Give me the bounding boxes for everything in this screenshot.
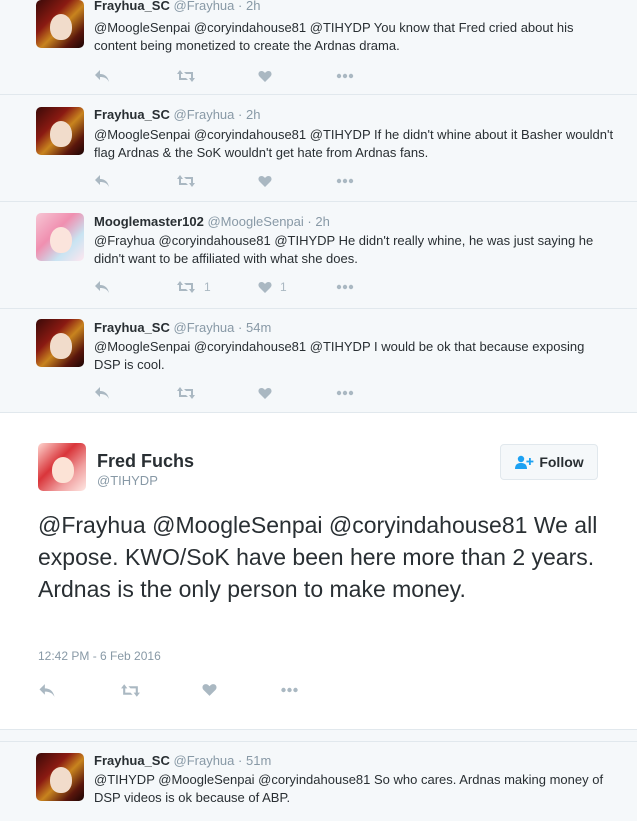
more-button[interactable]: [336, 171, 354, 191]
retweet-count: 1: [204, 280, 211, 294]
author-handle[interactable]: @Frayhua: [174, 753, 235, 768]
tweet-header: Mooglemaster102 @MoogleSenpai · 2h: [94, 214, 330, 229]
author-handle[interactable]: @Frayhua: [174, 320, 235, 335]
separator-dot: ·: [238, 107, 243, 122]
author-handle[interactable]: @TIHYDP: [97, 473, 158, 488]
reply-icon: [95, 175, 109, 187]
tweet-text: @MoogleSenpai @coryindahouse81 @TIHYDP I…: [94, 339, 585, 372]
author-handle[interactable]: @Frayhua: [174, 0, 235, 13]
tweet-text: @Frayhua @coryindahouse81 @TIHYDP He did…: [94, 233, 594, 266]
reply-tweet[interactable]: Frayhua_SC @Frayhua · 54m @MoogleSenpai …: [0, 309, 637, 412]
tweet-text: @MoogleSenpai @coryindahouse81 @TIHYDP Y…: [94, 20, 574, 53]
heart-icon: [258, 175, 272, 187]
reply-tweet[interactable]: Mooglemaster102 @MoogleSenpai · 2h @Fray…: [0, 202, 637, 309]
follow-label: Follow: [539, 454, 584, 470]
author-name[interactable]: Fred Fuchs: [97, 451, 194, 472]
retweet-button[interactable]: [176, 66, 204, 86]
author-name[interactable]: Frayhua_SC: [94, 753, 170, 768]
reply-button[interactable]: [94, 383, 110, 403]
reply-icon: [95, 387, 109, 399]
reply-button[interactable]: [94, 66, 110, 86]
tweet-time[interactable]: 2h: [246, 107, 260, 122]
retweet-icon: [177, 281, 195, 293]
author-handle[interactable]: @Frayhua: [174, 107, 235, 122]
more-icon: [336, 178, 354, 184]
retweet-icon: [177, 175, 195, 187]
like-button[interactable]: [258, 383, 280, 403]
separator-dot: ·: [238, 320, 243, 335]
reply-icon: [95, 70, 109, 82]
retweet-icon: [121, 683, 140, 697]
follow-person-icon: [515, 455, 534, 469]
reply-button[interactable]: [38, 680, 56, 700]
avatar[interactable]: [36, 107, 84, 155]
tweet-text: @MoogleSenpai @coryindahouse81 @TIHYDP I…: [94, 127, 614, 160]
retweet-button[interactable]: [120, 680, 141, 700]
retweet-button[interactable]: [176, 171, 204, 191]
reply-icon: [39, 683, 55, 697]
like-count: 1: [280, 280, 287, 294]
reply-icon: [95, 281, 109, 293]
author-name[interactable]: Mooglemaster102: [94, 214, 204, 229]
focus-tweet: Fred Fuchs @TIHYDP Follow @Frayhua @Moog…: [0, 412, 637, 730]
tweet-header: Frayhua_SC @Frayhua · 54m: [94, 320, 271, 335]
more-icon: [336, 284, 354, 290]
heart-icon: [258, 70, 272, 82]
more-icon: [281, 687, 298, 693]
tweet-time[interactable]: 2h: [315, 214, 329, 229]
like-button[interactable]: 1: [258, 277, 287, 297]
tweet-time[interactable]: 54m: [246, 320, 271, 335]
heart-icon: [202, 684, 217, 696]
more-icon: [336, 390, 354, 396]
reply-tweet[interactable]: Frayhua_SC @Frayhua · 51m @TIHYDP @Moogl…: [0, 741, 637, 821]
more-button[interactable]: [280, 680, 299, 700]
more-button[interactable]: [336, 383, 354, 403]
author-name[interactable]: Frayhua_SC: [94, 107, 170, 122]
reply-tweet[interactable]: Frayhua_SC @Frayhua · 2h @MoogleSenpai @…: [0, 95, 637, 202]
like-button[interactable]: [258, 171, 280, 191]
follow-button[interactable]: Follow: [500, 444, 598, 480]
tweet-text: @TIHYDP @MoogleSenpai @coryindahouse81 S…: [94, 772, 604, 805]
avatar[interactable]: [36, 0, 84, 48]
separator-dot: ·: [238, 0, 243, 13]
author-handle[interactable]: @MoogleSenpai: [207, 214, 303, 229]
tweet-header: Frayhua_SC @Frayhua · 51m: [94, 753, 271, 768]
retweet-icon: [177, 387, 195, 399]
avatar[interactable]: [36, 319, 84, 367]
retweet-button[interactable]: [176, 383, 204, 403]
reply-button[interactable]: [94, 277, 110, 297]
author-name[interactable]: Frayhua_SC: [94, 320, 170, 335]
tweet-timestamp[interactable]: 12:42 PM - 6 Feb 2016: [38, 649, 161, 663]
retweet-button[interactable]: 1: [176, 277, 211, 297]
reply-tweet[interactable]: Frayhua_SC @Frayhua · 2h @MoogleSenpai @…: [0, 0, 637, 95]
tweet-time[interactable]: 51m: [246, 753, 271, 768]
reply-button[interactable]: [94, 171, 110, 191]
separator-dot: ·: [307, 214, 312, 229]
avatar[interactable]: [38, 443, 86, 491]
like-button[interactable]: [202, 680, 217, 700]
avatar[interactable]: [36, 213, 84, 261]
tweet-time[interactable]: 2h: [246, 0, 260, 13]
separator-dot: ·: [238, 753, 243, 768]
avatar[interactable]: [36, 753, 84, 801]
retweet-icon: [177, 70, 195, 82]
more-button[interactable]: [336, 277, 354, 297]
more-icon: [336, 73, 354, 79]
more-button[interactable]: [336, 66, 354, 86]
author-name[interactable]: Frayhua_SC: [94, 0, 170, 13]
heart-icon: [258, 387, 272, 399]
tweet-text: @Frayhua @MoogleSenpai @coryindahouse81 …: [38, 512, 598, 602]
like-button[interactable]: [258, 66, 280, 86]
tweet-header: Frayhua_SC @Frayhua · 2h: [94, 107, 260, 122]
heart-icon: [258, 281, 272, 293]
tweet-header: Frayhua_SC @Frayhua · 2h: [94, 0, 260, 13]
